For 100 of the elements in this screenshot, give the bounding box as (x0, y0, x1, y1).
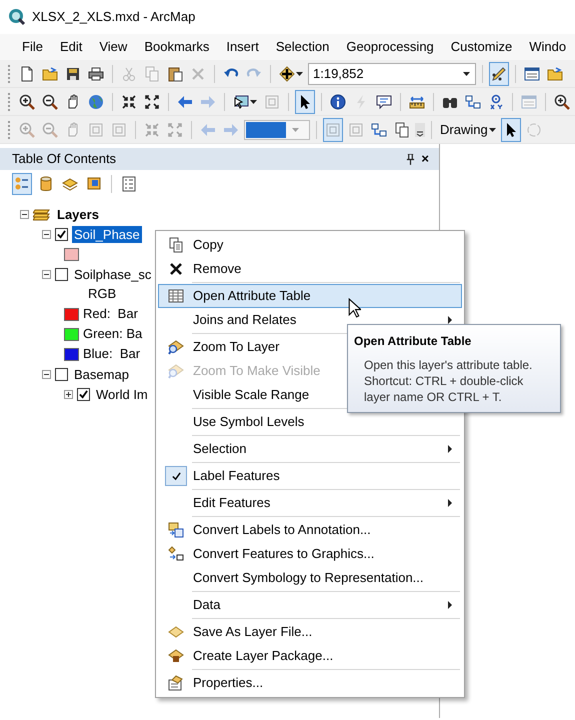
frame-icon (88, 122, 104, 138)
scale-field[interactable]: 1:19,852 (308, 62, 476, 84)
menu-item[interactable]: Zoom To Layer (158, 335, 286, 359)
menu-item[interactable]: Create Layer Package... (158, 644, 340, 668)
legend-heading: RGB (88, 285, 116, 304)
frame-icon (264, 94, 280, 110)
collapse-icon[interactable] (42, 270, 51, 278)
menu-item[interactable]: Bookmarks (144, 37, 210, 57)
back-arrow-icon (200, 122, 216, 138)
cross-icon (190, 66, 206, 82)
document-icon (19, 66, 35, 82)
layer-checkbox[interactable] (55, 268, 68, 280)
menu-item[interactable]: Edit (60, 37, 82, 57)
back-arrow-icon (177, 94, 193, 110)
package-icon (168, 648, 184, 664)
pin-icon (406, 154, 415, 164)
menu-item[interactable]: Remove (158, 257, 248, 281)
menu-item[interactable]: Convert Symbology to Representation... (158, 566, 431, 590)
table-icon (168, 288, 184, 304)
frame-icon (325, 122, 341, 138)
pages-icon (394, 122, 410, 138)
collapse-icon[interactable] (42, 230, 51, 238)
collapse-icon[interactable] (20, 210, 29, 218)
menu-item[interactable]: Insert (226, 37, 259, 57)
toc-tab[interactable] (12, 173, 32, 195)
caret-icon (296, 72, 303, 76)
frame-icon (348, 122, 364, 138)
layer-label[interactable]: Basemap (72, 366, 131, 382)
scissors-icon (121, 66, 137, 82)
expand-icon (144, 94, 160, 110)
frame-icon (111, 122, 127, 138)
boxes-icon (371, 122, 387, 138)
menu-item[interactable]: Visible Scale Range (158, 383, 316, 407)
close-button[interactable]: × (421, 149, 429, 169)
plus-icon (279, 66, 295, 82)
collapse-icon[interactable] (42, 370, 51, 378)
graphics-icon (168, 546, 184, 562)
color-dropdown[interactable] (244, 120, 310, 140)
menu-item[interactable]: Convert Features to Graphics... (158, 542, 382, 566)
expand-icon[interactable] (64, 390, 73, 398)
toolbar-button[interactable] (500, 118, 521, 142)
expand-icon (167, 122, 183, 138)
menu-item[interactable]: Use Symbol Levels (158, 410, 312, 434)
layer-label[interactable]: World Im (94, 386, 150, 402)
menu-item[interactable]: Selection (158, 437, 462, 461)
boxes-icon (465, 94, 481, 110)
layer-file-icon (168, 624, 184, 640)
menu-item[interactable]: Data (158, 593, 462, 617)
menu-item[interactable]: File (22, 37, 43, 57)
copy-icon (168, 237, 184, 253)
layer-checkbox[interactable] (77, 388, 90, 400)
menu-item[interactable]: Save As Layer File... (158, 620, 320, 644)
zoom-in-icon (19, 122, 35, 138)
menu-item[interactable]: Properties... (158, 671, 270, 695)
toolbar-button[interactable] (489, 62, 509, 86)
data-frame-label[interactable]: Layers (55, 206, 101, 222)
selection-icon (86, 176, 102, 192)
annotation-icon (168, 522, 184, 538)
shrink-icon (144, 122, 160, 138)
legend-label: Green: Ba (83, 325, 142, 344)
menu-item[interactable]: Label Features (158, 464, 287, 488)
menu-item[interactable]: Copy (158, 233, 230, 257)
legend-label: Blue: Bar (83, 345, 140, 364)
layer-list-icon (14, 176, 30, 192)
zoom-out-icon (42, 94, 58, 110)
menu-item[interactable]: Customize (450, 37, 512, 57)
color-swatch-icon (246, 122, 286, 138)
target-icon (488, 94, 504, 110)
tooltip-text: Open this layer's attribute table. Shortcut: CTRL + double-click layer name OR CTRL + T. (363, 357, 534, 405)
rotate-icon (526, 122, 542, 138)
zoom-out-icon (42, 122, 58, 138)
database-icon (38, 176, 54, 192)
forward-arrow-icon (223, 122, 239, 138)
zoom-layer-icon (168, 339, 184, 355)
layer-checkbox[interactable] (55, 368, 68, 380)
menu-item[interactable]: Geoprocessing (346, 37, 434, 57)
zoom-in-icon (19, 94, 35, 110)
map-select-icon (233, 94, 249, 110)
printer-icon (88, 66, 104, 82)
layer-checkbox[interactable] (55, 228, 68, 240)
zoom-in-icon (554, 94, 570, 110)
menu-item[interactable]: Windo (529, 37, 566, 57)
legend-label: Red: Bar (83, 305, 138, 324)
toolbar-button[interactable] (295, 90, 315, 114)
menu-item[interactable]: Selection (276, 37, 330, 57)
layers-icon (62, 176, 78, 192)
app-logo-icon (8, 8, 26, 26)
menu-item[interactable]: Open Attribute Table (158, 284, 462, 308)
forward-arrow-icon (200, 94, 216, 110)
window-icon (521, 94, 537, 110)
menu-item[interactable]: View (99, 37, 128, 57)
layer-label[interactable]: Soil_Phase (72, 226, 142, 242)
menu-item[interactable]: Convert Labels to Annotation... (158, 518, 378, 542)
layer-label[interactable]: Soilphase_sc (72, 266, 154, 282)
drawing-menu-button[interactable]: Drawing (438, 118, 498, 142)
menu-item[interactable]: Edit Features (158, 491, 462, 515)
mouse-cursor-icon (348, 298, 361, 318)
caret-icon (463, 72, 470, 76)
globe-icon (88, 94, 104, 110)
caret-icon (250, 100, 257, 104)
